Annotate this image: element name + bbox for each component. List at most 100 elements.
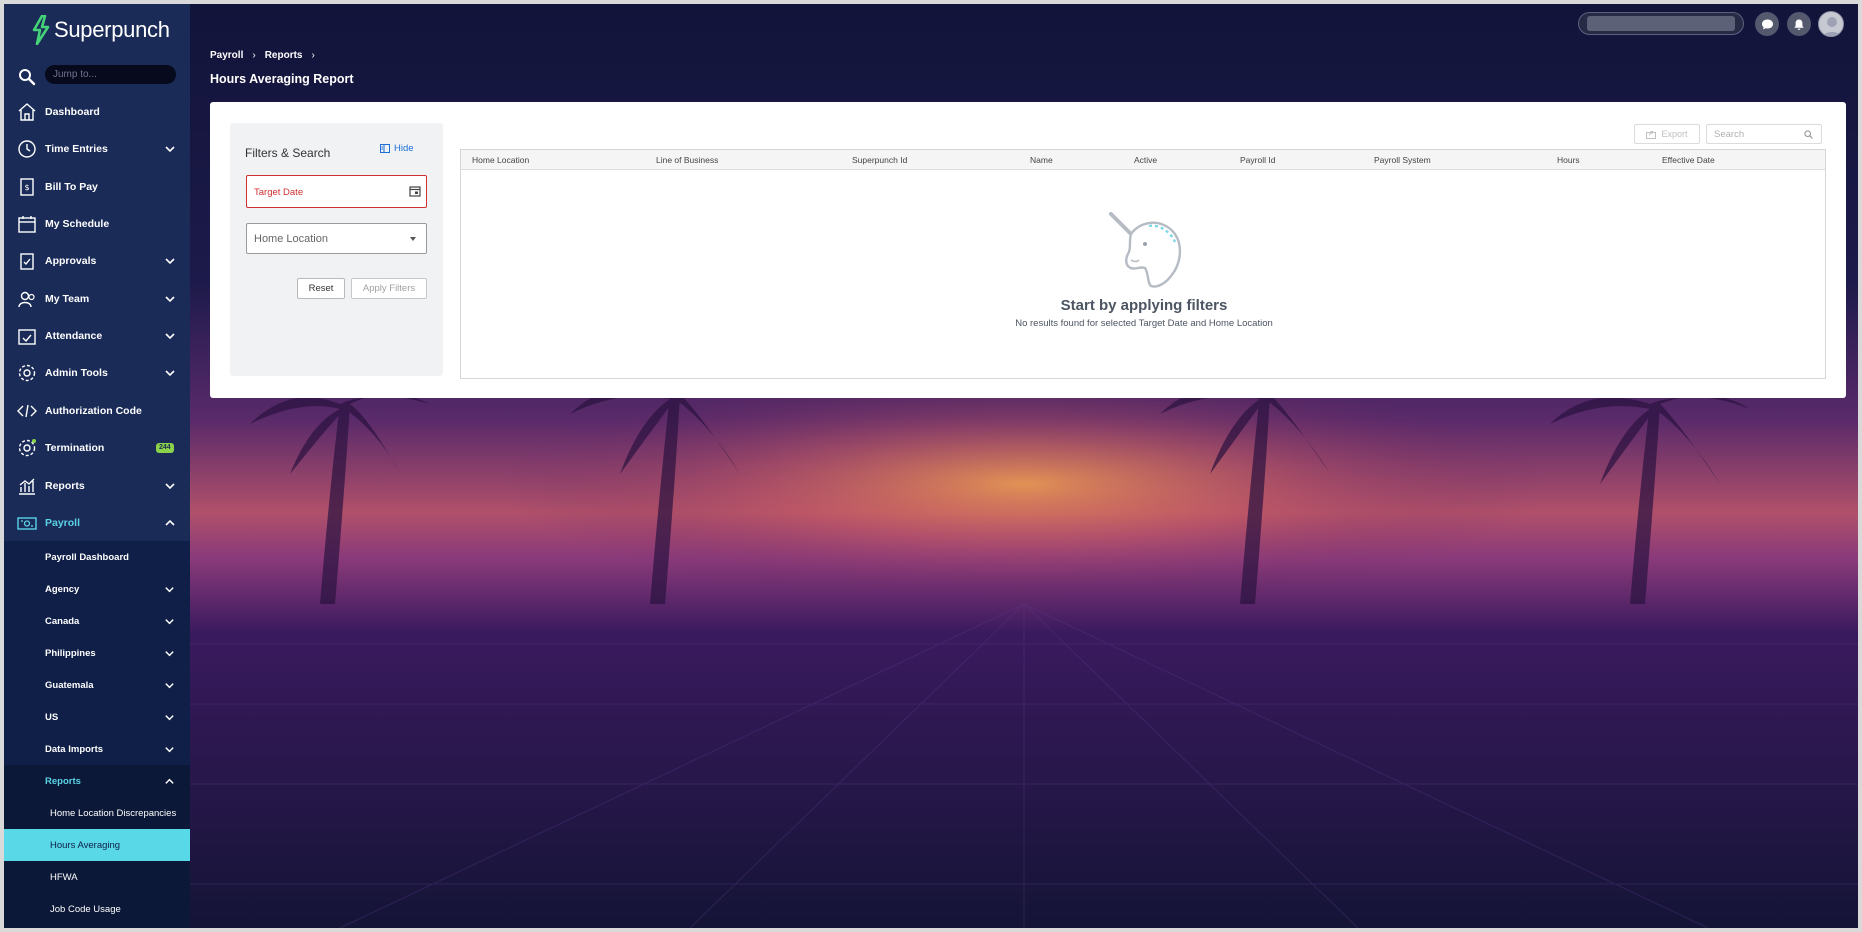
sidebar-item-label: Bill To Pay	[45, 180, 98, 193]
sidebar-item-my-team[interactable]: My Team	[4, 280, 190, 317]
hide-filters-button[interactable]: Hide	[380, 143, 414, 154]
empty-state-subtitle: No results found for selected Target Dat…	[1015, 318, 1273, 329]
column-header-hours[interactable]: Hours	[1557, 155, 1580, 165]
calendar-check-icon	[18, 329, 36, 345]
jump-to-bar	[4, 59, 190, 95]
sidebar-sub-label: Canada	[45, 615, 80, 627]
calendar-icon[interactable]	[409, 185, 421, 197]
empty-state-title: Start by applying filters	[1060, 297, 1228, 314]
sidebar-sub-label: Reports	[45, 775, 81, 787]
sidebar-sub-payroll-dashboard[interactable]: Payroll Dashboard	[4, 541, 190, 573]
sidebar-item-label: Time Entries	[45, 142, 108, 155]
apply-filters-button[interactable]: Apply Filters	[351, 278, 427, 299]
sidebar-item-label: Payroll	[45, 516, 81, 529]
calendar-icon	[18, 216, 36, 233]
sidebar-item-time-entries[interactable]: Time Entries	[4, 130, 190, 167]
column-header-name[interactable]: Name	[1030, 155, 1053, 165]
chat-button[interactable]	[1755, 12, 1779, 36]
breadcrumb-payroll[interactable]: Payroll	[210, 50, 243, 61]
target-date-field[interactable]: Target Date	[246, 175, 427, 208]
money-icon	[17, 517, 37, 530]
sidebar-item-authorization-code[interactable]: Authorization Code	[4, 392, 190, 429]
breadcrumb: Payroll › Reports ›	[210, 50, 324, 61]
app-window: Superpunch Dashboard Time Entries $ Bill…	[4, 4, 1858, 928]
sidebar-item-label: Reports	[45, 479, 85, 492]
bell-icon	[1794, 19, 1804, 30]
home-icon	[18, 103, 36, 121]
column-header-payroll-id[interactable]: Payroll Id	[1240, 155, 1275, 165]
export-icon	[1646, 130, 1657, 139]
chevron-down-icon	[165, 258, 175, 265]
sidebar-item-attendance[interactable]: Attendance	[4, 317, 190, 354]
sidebar-item-payroll[interactable]: Payroll	[4, 504, 190, 541]
sidebar-sub-reports[interactable]: Reports	[4, 765, 190, 797]
main-content: Payroll › Reports › Hours Averaging Repo…	[190, 4, 1858, 928]
column-header-effective-date[interactable]: Effective Date	[1662, 155, 1715, 165]
target-date-placeholder: Target Date	[254, 187, 304, 198]
sidebar-item-dashboard[interactable]: Dashboard	[4, 93, 190, 130]
jump-to-input[interactable]	[45, 65, 176, 84]
sidebar-sub-us[interactable]: US	[4, 701, 190, 733]
breadcrumb-separator-icon: ›	[252, 50, 256, 61]
sidebar-sub-job-code-usage[interactable]: Job Code Usage	[4, 893, 190, 925]
search-icon[interactable]	[1804, 130, 1813, 139]
sidebar-item-approvals[interactable]: Approvals	[4, 242, 190, 279]
sidebar-sub-hours-averaging[interactable]: Hours Averaging	[4, 829, 190, 861]
sidebar-sub-label: Hours Averaging	[50, 839, 121, 851]
invoice-icon: $	[20, 178, 34, 196]
sidebar-item-my-schedule[interactable]: My Schedule	[4, 205, 190, 242]
global-search-bar[interactable]	[1578, 12, 1744, 35]
sidebar-sub-label: Payroll Dashboard	[45, 551, 129, 563]
svg-text:$: $	[24, 183, 29, 192]
sidebar-item-admin-tools[interactable]: Admin Tools	[4, 354, 190, 391]
sidebar-item-reports[interactable]: Reports	[4, 467, 190, 504]
sidebar-sub-label: HFWA	[50, 871, 78, 883]
user-avatar[interactable]	[1818, 11, 1844, 37]
column-header-active[interactable]: Active	[1134, 155, 1157, 165]
sidebar-item-termination[interactable]: Termination 244	[4, 429, 190, 466]
caret-down-icon	[410, 237, 416, 241]
sidebar-sub-data-imports[interactable]: Data Imports	[4, 733, 190, 765]
breadcrumb-reports[interactable]: Reports	[265, 50, 303, 61]
search-icon[interactable]	[18, 68, 36, 86]
reset-button[interactable]: Reset	[297, 278, 345, 299]
column-header-line-of-business[interactable]: Line of Business	[656, 155, 718, 165]
sidebar-sub-label: Home Location Discrepancies	[50, 807, 177, 819]
breadcrumb-separator-icon: ›	[311, 50, 315, 61]
export-button[interactable]: Export	[1634, 124, 1700, 144]
filters-panel: Filters & Search Hide Target Date Home L…	[230, 123, 443, 376]
gear-alert-icon	[18, 439, 36, 457]
sidebar-item-label: My Team	[45, 292, 90, 305]
column-header-payroll-system[interactable]: Payroll System	[1374, 155, 1431, 165]
chevron-down-icon	[165, 619, 174, 625]
column-header-home-location[interactable]: Home Location	[472, 155, 529, 165]
termination-count-badge: 244	[156, 443, 174, 453]
sidebar-sub-agency[interactable]: Agency	[4, 573, 190, 605]
sidebar-sub-label: US	[45, 711, 59, 723]
sidebar-sub-label: Data Imports	[45, 743, 104, 755]
sidebar-sub-label: Agency	[45, 583, 80, 595]
clock-icon	[18, 140, 36, 158]
sidebar-sub-canada[interactable]: Canada	[4, 605, 190, 637]
sidebar-item-label: Authorization Code	[45, 404, 142, 417]
global-search-field[interactable]	[1587, 16, 1735, 31]
sidebar-sub-philippines[interactable]: Philippines	[4, 637, 190, 669]
unicorn-icon	[1109, 212, 1182, 288]
column-header-superpunch-id[interactable]: Superpunch Id	[852, 155, 907, 165]
notifications-button[interactable]	[1787, 12, 1811, 36]
clipboard-check-icon	[20, 253, 34, 270]
superpunch-logo-icon	[32, 15, 50, 45]
chevron-down-icon	[165, 333, 175, 340]
sidebar-item-label: Termination	[45, 441, 105, 454]
report-card: Filters & Search Hide Target Date Home L…	[210, 102, 1846, 398]
sidebar-sub-home-location-discrepancies[interactable]: Home Location Discrepancies	[4, 797, 190, 829]
sidebar-item-label: Admin Tools	[45, 366, 108, 379]
hide-filters-label: Hide	[394, 143, 414, 154]
home-location-select[interactable]: Home Location	[246, 223, 427, 254]
chevron-up-icon	[165, 519, 175, 526]
sidebar-sub-guatemala[interactable]: Guatemala	[4, 669, 190, 701]
sidebar-sub-hfwa[interactable]: HFWA	[4, 861, 190, 893]
brand-logo[interactable]: Superpunch	[30, 14, 170, 46]
sidebar-item-bill-to-pay[interactable]: $ Bill To Pay	[4, 168, 190, 205]
chevron-down-icon	[165, 747, 174, 753]
